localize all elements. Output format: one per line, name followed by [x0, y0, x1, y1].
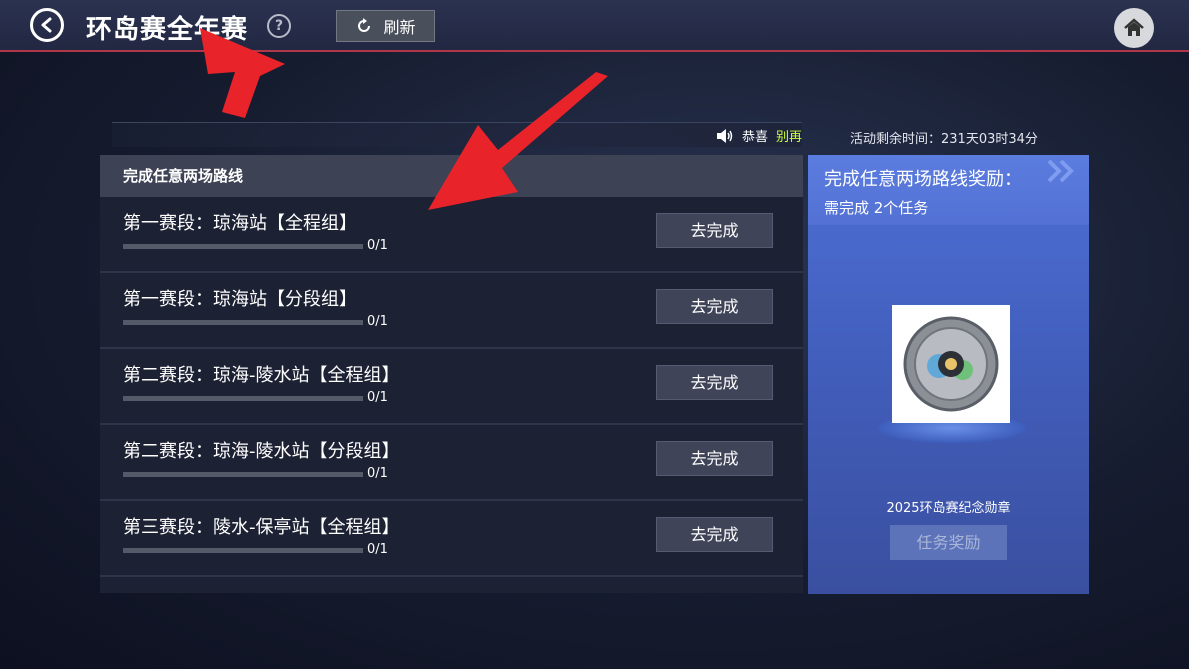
task-progress-bar	[123, 320, 363, 325]
task-row: 第一赛段：琼海站【分段组】 0/1 去完成	[100, 273, 803, 349]
task-progress-bar	[123, 396, 363, 401]
medal-image	[892, 305, 1010, 423]
back-arrow-icon	[41, 17, 52, 33]
reward-header: 完成任意两场路线奖励： 需完成 2个任务	[808, 155, 1089, 225]
task-reward-button[interactable]: 任务奖励	[890, 525, 1007, 560]
task-progress-text: 0/1	[367, 390, 388, 405]
reward-subtitle: 需完成 2个任务	[824, 199, 929, 217]
go-complete-button[interactable]: 去完成	[656, 213, 773, 248]
go-complete-button[interactable]: 去完成	[656, 441, 773, 476]
task-panel: 完成任意两场路线 第一赛段：琼海站【全程组】 0/1 去完成 第一赛段：琼海站【…	[100, 155, 803, 593]
task-name: 第二赛段：琼海-陵水站【全程组】	[123, 365, 400, 386]
refresh-button[interactable]: 刷新	[336, 10, 435, 42]
reward-panel: 完成任意两场路线奖励： 需完成 2个任务 2025环岛赛纪念勋章 任务奖励	[808, 155, 1089, 594]
go-complete-button[interactable]: 去完成	[656, 365, 773, 400]
home-icon	[1124, 18, 1144, 36]
top-bar: 环岛赛全年赛 ? 刷新	[0, 0, 1189, 52]
task-row: 第二赛段：琼海-陵水站【全程组】 0/1 去完成	[100, 349, 803, 425]
task-name: 第二赛段：琼海-陵水站【分段组】	[123, 441, 400, 462]
task-progress-text: 0/1	[367, 542, 388, 557]
speaker-icon	[716, 128, 733, 143]
medal-name: 2025环岛赛纪念勋章	[886, 501, 1011, 516]
annotation-arrow-icon	[200, 28, 285, 118]
task-row: 第二赛段：琼海-陵水站【分段组】 0/1 去完成	[100, 425, 803, 501]
back-button[interactable]	[30, 8, 64, 42]
annotation-arrow-icon	[428, 72, 608, 210]
ticker-highlight: 别再	[775, 130, 802, 145]
medal-icon	[903, 316, 999, 412]
go-complete-button[interactable]: 去完成	[656, 289, 773, 324]
task-row: 第三赛段：陵水-保亭站【全程组】 0/1 去完成	[100, 501, 803, 577]
refresh-icon	[358, 18, 371, 32]
task-name: 第一赛段：琼海站【分段组】	[123, 289, 357, 310]
activity-countdown: 活动剩余时间：231天03时34分	[850, 132, 1038, 147]
task-progress-text: 0/1	[367, 238, 388, 253]
task-progress-text: 0/1	[367, 466, 388, 481]
task-progress-bar	[123, 548, 363, 553]
task-progress-text: 0/1	[367, 314, 388, 329]
home-button[interactable]	[1114, 8, 1154, 48]
go-complete-button[interactable]: 去完成	[656, 517, 773, 552]
refresh-label: 刷新	[383, 18, 416, 37]
ticker-prefix: 恭喜	[741, 130, 768, 145]
reward-title: 完成任意两场路线奖励：	[824, 169, 1022, 190]
chevron-right-icon	[1047, 159, 1074, 183]
task-progress-bar	[123, 472, 363, 477]
task-name: 第三赛段：陵水-保亭站【全程组】	[123, 517, 400, 538]
task-name: 第一赛段：琼海站【全程组】	[123, 213, 357, 234]
task-row-partial	[100, 577, 803, 593]
task-progress-bar	[123, 244, 363, 249]
